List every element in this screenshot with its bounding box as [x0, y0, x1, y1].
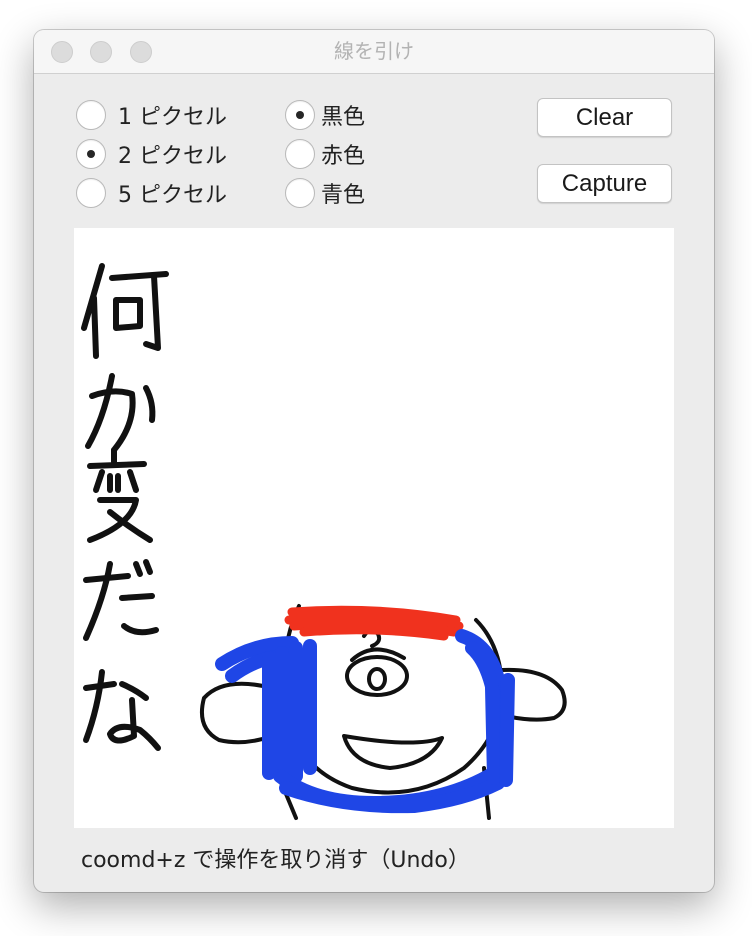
radio-label: 2 ピクセル	[118, 144, 227, 169]
radio-color-blue[interactable]: 青色	[285, 175, 365, 211]
radio-label: 黒色	[321, 105, 366, 130]
radio-button-selected[interactable]	[76, 139, 106, 169]
radio-button[interactable]	[285, 139, 315, 169]
figure-hair	[284, 605, 464, 641]
radio-button-selected[interactable]	[285, 100, 315, 130]
title-bar: 線を引け	[34, 30, 714, 74]
undo-hint: coomd+z で操作を取り消す（Undo）	[81, 848, 470, 873]
window-title: 線を引け	[334, 39, 414, 63]
radio-label: 5 ピクセル	[118, 183, 227, 208]
capture-button[interactable]: Capture	[537, 164, 672, 203]
figure-body	[215, 629, 515, 814]
radio-label: 青色	[321, 183, 366, 208]
radio-width-1px[interactable]: 1 ピクセル	[76, 97, 227, 133]
drawing-strokes	[81, 263, 567, 820]
drawing-canvas[interactable]	[74, 228, 674, 828]
radio-color-red[interactable]: 赤色	[285, 136, 365, 172]
radio-color-black[interactable]: 黒色	[285, 97, 365, 133]
clear-button[interactable]: Clear	[537, 98, 672, 137]
handwritten-text	[81, 263, 169, 751]
radio-label: 赤色	[321, 144, 366, 169]
radio-button[interactable]	[285, 178, 315, 208]
radio-button[interactable]	[76, 178, 106, 208]
radio-width-5px[interactable]: 5 ピクセル	[76, 175, 227, 211]
app-window: 線を引け 1 ピクセル 2 ピクセル 5 ピクセル 黒色 赤色 青色 Clear…	[34, 30, 714, 892]
radio-button[interactable]	[76, 100, 106, 130]
radio-label: 1 ピクセル	[118, 105, 227, 130]
radio-width-2px[interactable]: 2 ピクセル	[76, 136, 227, 172]
